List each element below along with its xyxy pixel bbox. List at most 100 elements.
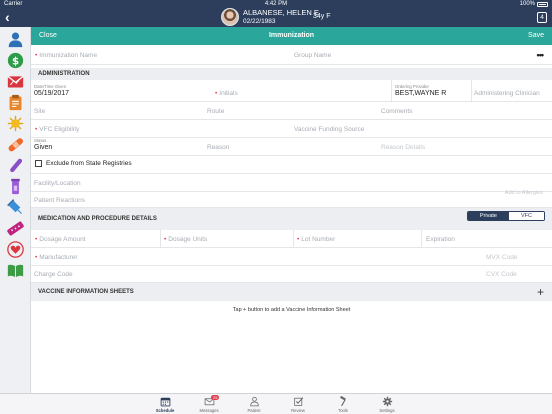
- vis-section-title: VACCINE INFORMATION SHEETS: [38, 289, 134, 295]
- site-row: [31, 102, 552, 120]
- battery-status: 100%: [520, 0, 548, 8]
- person-icon: [249, 396, 259, 407]
- group-name-field[interactable]: Group Name: [294, 52, 331, 59]
- dosage-amount-field[interactable]: Dosage Amount: [35, 236, 85, 243]
- avatar[interactable]: [221, 8, 239, 26]
- reactions-row: [31, 192, 552, 208]
- expiration-field[interactable]: Expiration: [426, 236, 455, 243]
- administration-section-header: ADMINISTRATION: [31, 68, 552, 80]
- status-field[interactable]: Given: [34, 144, 52, 151]
- vial-icon[interactable]: [7, 178, 24, 195]
- administering-clinician-field[interactable]: Administering Clinician: [474, 90, 540, 97]
- tab-review[interactable]: Review: [283, 396, 313, 413]
- test-tube-icon[interactable]: [7, 157, 24, 174]
- back-chevron-icon[interactable]: ‹: [5, 9, 10, 26]
- heart-icon[interactable]: [7, 241, 24, 258]
- status-label: Status: [34, 138, 47, 143]
- tab-messages-label: Messages: [199, 408, 219, 413]
- person-icon[interactable]: [7, 31, 24, 48]
- svg-text:$: $: [12, 56, 19, 67]
- dollar-icon[interactable]: $: [7, 52, 24, 69]
- ordering-provider-label: Ordering Provider: [395, 84, 429, 89]
- tab-patient[interactable]: Patient: [239, 396, 269, 413]
- vis-section-header: VACCINE INFORMATION SHEETS: [31, 283, 552, 301]
- patient-dob: 02/22/1983: [243, 18, 276, 25]
- battery-icon: [537, 1, 548, 7]
- syringe-icon[interactable]: [7, 199, 24, 216]
- charge-code-field[interactable]: Charge Code: [34, 271, 73, 278]
- tab-settings[interactable]: Settings: [372, 396, 402, 413]
- status-bar: Carrier 4:42 PM 100%: [0, 0, 552, 8]
- charge-row: [31, 266, 552, 283]
- patient-reactions-field[interactable]: Patient Reactions: [34, 197, 85, 204]
- tab-messages[interactable]: 25 Messages: [194, 395, 224, 413]
- dosage-units-field[interactable]: Dosage Units: [164, 236, 207, 243]
- tab-review-label: Review: [291, 408, 305, 413]
- exclude-registries-label: Exclude from State Registries: [46, 160, 132, 167]
- facility-location-field[interactable]: Facility/Location: [34, 180, 81, 187]
- vis-hint-text: Tap + button to add a Vaccine Informatio…: [232, 307, 351, 313]
- tab-tools[interactable]: Tools: [328, 396, 358, 413]
- hammer-icon: [339, 396, 346, 407]
- sidebar: $: [0, 27, 31, 393]
- save-button[interactable]: Save: [528, 27, 544, 45]
- checkbox-icon: [293, 397, 303, 406]
- immunization-form: Immunization Name Group Name ••• ADMINIS…: [31, 45, 552, 393]
- vfc-toggle-option[interactable]: VFC: [509, 212, 544, 220]
- more-options-icon[interactable]: •••: [537, 50, 545, 60]
- tab-schedule-label: Schedule: [155, 408, 175, 413]
- patient-name: ALBANESE, HELEN E: [243, 8, 319, 17]
- exclude-registries-checkbox[interactable]: [35, 160, 42, 167]
- pill-bar-icon[interactable]: [7, 220, 24, 237]
- clock: 4:42 PM: [264, 1, 288, 7]
- comments-field[interactable]: Comments: [381, 108, 412, 115]
- date-label: Date/Time Given: [34, 84, 67, 89]
- ordering-provider-field[interactable]: BEST,WAYNE R: [395, 90, 446, 97]
- patient-age-sex: 34y F: [313, 13, 331, 20]
- form-header: Close Immunization Save: [31, 27, 552, 45]
- gear-icon: [382, 396, 392, 407]
- vfc-row: [31, 120, 552, 138]
- vfc-eligibility-field[interactable]: VFC Eligibility: [35, 126, 79, 133]
- mvx-code-field[interactable]: MVX Code: [486, 254, 517, 261]
- book-icon[interactable]: [7, 262, 24, 279]
- virus-icon[interactable]: [7, 115, 24, 132]
- facility-row: [31, 174, 552, 192]
- divider: [421, 230, 422, 248]
- immunization-name-field[interactable]: Immunization Name: [35, 52, 97, 59]
- date-given-field[interactable]: 05/19/2017: [34, 90, 69, 97]
- notification-badge[interactable]: 4: [537, 12, 547, 23]
- add-vis-plus-icon[interactable]: +: [537, 286, 544, 298]
- tab-patient-label: Patient: [247, 408, 261, 413]
- private-toggle-option[interactable]: Private: [467, 212, 509, 220]
- bottom-tab-bar: Schedule 25 Messages Patient Review Tool…: [0, 393, 552, 414]
- cvx-code-field[interactable]: CVX Code: [486, 271, 517, 278]
- manufacturer-field[interactable]: Manufacturer: [35, 254, 77, 261]
- site-field[interactable]: Site: [34, 108, 45, 115]
- divider: [293, 230, 294, 248]
- divider: [160, 230, 161, 248]
- reason-details-field[interactable]: Reason Details: [381, 144, 425, 151]
- lot-number-field[interactable]: Lot Number: [297, 236, 335, 243]
- patient-header: ‹ ALBANESE, HELEN E 02/22/1983 34y F 4: [0, 8, 552, 27]
- battery-percent: 100%: [519, 1, 535, 7]
- divider: [391, 80, 392, 102]
- funding-toggle[interactable]: Private VFC: [466, 211, 545, 221]
- calendar-icon: [160, 397, 170, 407]
- divider: [471, 80, 472, 102]
- route-field[interactable]: Route: [207, 108, 224, 115]
- chart-envelope-icon[interactable]: [7, 73, 24, 90]
- tab-schedule[interactable]: Schedule: [150, 396, 180, 413]
- status-row: [31, 138, 552, 156]
- initials-field[interactable]: Initials: [215, 90, 237, 97]
- form-title: Immunization: [268, 32, 315, 39]
- clipboard-icon[interactable]: [7, 94, 24, 111]
- vaccine-funding-source-field[interactable]: Vaccine Funding Source: [294, 126, 364, 133]
- medication-section-title: MEDICATION AND PROCEDURE DETAILS: [38, 216, 157, 222]
- bandage-icon[interactable]: [7, 136, 24, 153]
- tab-tools-label: Tools: [338, 408, 348, 413]
- reason-field[interactable]: Reason: [207, 144, 229, 151]
- name-row: [31, 45, 552, 65]
- messages-badge: 25: [211, 395, 220, 400]
- manufacturer-row: [31, 248, 552, 266]
